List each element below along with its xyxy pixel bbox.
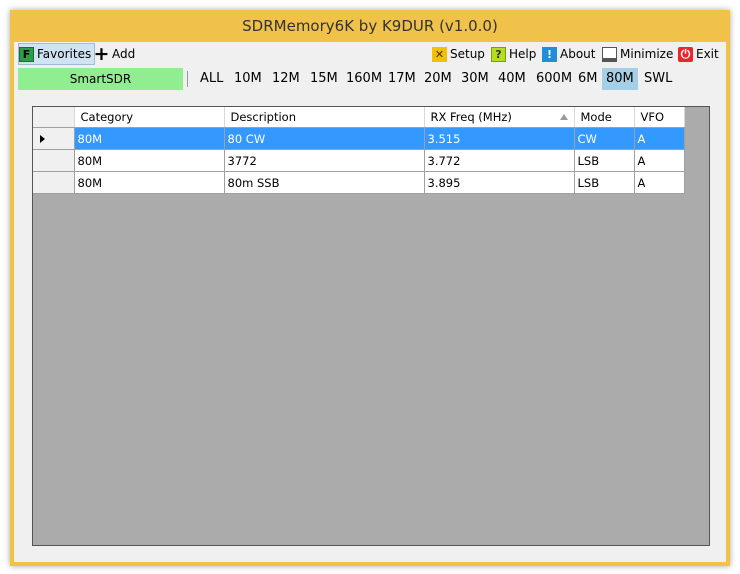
row-header-corner — [33, 107, 75, 128]
cell-vfo[interactable]: A — [634, 127, 685, 150]
cell-description[interactable]: 3772 — [224, 149, 425, 172]
power-icon: ⏻ — [678, 46, 693, 62]
exit-button[interactable]: ⏻ Exit — [678, 44, 719, 64]
row-header[interactable] — [33, 171, 75, 194]
cell-rx-freq[interactable]: 3.515 — [424, 127, 575, 150]
current-row-icon — [40, 134, 45, 143]
table-row[interactable]: 80M 80m SSB 3.895 LSB A — [33, 171, 685, 194]
favorites-icon: F — [19, 46, 34, 62]
add-label: Add — [112, 47, 136, 61]
header-row: Category Description RX Freq (MHz) Mode … — [33, 107, 685, 128]
band-tab-swl[interactable]: SWL — [640, 68, 676, 90]
table-row[interactable]: 80M 80 CW 3.515 CW A — [33, 127, 685, 150]
column-header-mode[interactable]: Mode — [574, 107, 635, 128]
row-header[interactable] — [33, 127, 75, 150]
cell-category[interactable]: 80M — [74, 171, 225, 194]
info-icon: ! — [542, 46, 557, 62]
band-tab-20m[interactable]: 20M — [420, 68, 456, 90]
column-header-rx-freq[interactable]: RX Freq (MHz) — [424, 107, 575, 128]
cell-category[interactable]: 80M — [74, 127, 225, 150]
window-title: SDRMemory6K by K9DUR (v1.0.0) — [242, 17, 498, 35]
cell-description[interactable]: 80m SSB — [224, 171, 425, 194]
band-tab-10m[interactable]: 10M — [230, 68, 266, 90]
cell-rx-freq[interactable]: 3.772 — [424, 149, 575, 172]
about-button[interactable]: ! About — [542, 44, 595, 64]
add-button[interactable]: + Add — [93, 42, 136, 65]
smartsdr-button[interactable]: SmartSDR — [18, 68, 183, 90]
cell-description[interactable]: 80 CW — [224, 127, 425, 150]
setup-label: Setup — [450, 47, 485, 61]
app-window: SDRMemory6K by K9DUR (v1.0.0) F Favorite… — [10, 10, 730, 566]
column-header-category[interactable]: Category — [74, 107, 225, 128]
band-tab-80m[interactable]: 80M — [602, 68, 638, 90]
client-area: F Favorites + Add ✕ Setup ? Help ! About — [14, 42, 726, 562]
minimize-icon — [602, 46, 617, 62]
toolbar: F Favorites + Add ✕ Setup ? Help ! About — [14, 42, 726, 66]
cell-rx-freq[interactable]: 3.895 — [424, 171, 575, 194]
favorites-button[interactable]: F Favorites — [18, 43, 96, 65]
cell-vfo[interactable]: A — [634, 171, 685, 194]
table-row[interactable]: 80M 3772 3.772 LSB A — [33, 149, 685, 172]
minimize-label: Minimize — [620, 47, 674, 61]
setup-button[interactable]: ✕ Setup — [432, 44, 485, 64]
band-tab-all[interactable]: ALL — [196, 68, 227, 90]
cell-mode[interactable]: LSB — [574, 149, 635, 172]
band-separator — [187, 71, 188, 87]
band-tab-30m[interactable]: 30M — [457, 68, 493, 90]
add-icon: + — [93, 42, 110, 65]
row-header[interactable] — [33, 149, 75, 172]
column-header-vfo[interactable]: VFO — [634, 107, 685, 128]
cell-category[interactable]: 80M — [74, 149, 225, 172]
memory-grid[interactable]: Category Description RX Freq (MHz) Mode … — [32, 106, 710, 546]
help-button[interactable]: ? Help — [491, 44, 536, 64]
column-header-description[interactable]: Description — [224, 107, 425, 128]
about-label: About — [560, 47, 596, 61]
band-bar: SmartSDR ALL 10M 12M 15M 160M 17M 20M 30M 40M 600… — [14, 66, 726, 90]
band-tab-12m[interactable]: 12M — [268, 68, 304, 90]
cell-mode[interactable]: LSB — [574, 171, 635, 194]
column-header-rx-freq-label: RX Freq (MHz) — [430, 110, 512, 124]
band-tab-17m[interactable]: 17M — [384, 68, 420, 90]
tools-icon: ✕ — [432, 46, 447, 62]
cell-mode[interactable]: CW — [574, 127, 635, 150]
band-tab-6m[interactable]: 6M — [574, 68, 602, 90]
memory-table: Category Description RX Freq (MHz) Mode … — [33, 107, 685, 194]
sort-ascending-icon — [559, 114, 568, 120]
exit-label: Exit — [696, 47, 719, 61]
help-label: Help — [509, 47, 537, 61]
help-icon: ? — [491, 46, 506, 62]
band-tab-40m[interactable]: 40M — [494, 68, 530, 90]
band-tab-160m[interactable]: 160M — [342, 68, 386, 90]
band-tab-15m[interactable]: 15M — [306, 68, 342, 90]
favorites-label: Favorites — [37, 47, 92, 61]
minimize-button[interactable]: Minimize — [602, 44, 673, 64]
band-tab-600m[interactable]: 600M — [532, 68, 576, 90]
cell-vfo[interactable]: A — [634, 149, 685, 172]
